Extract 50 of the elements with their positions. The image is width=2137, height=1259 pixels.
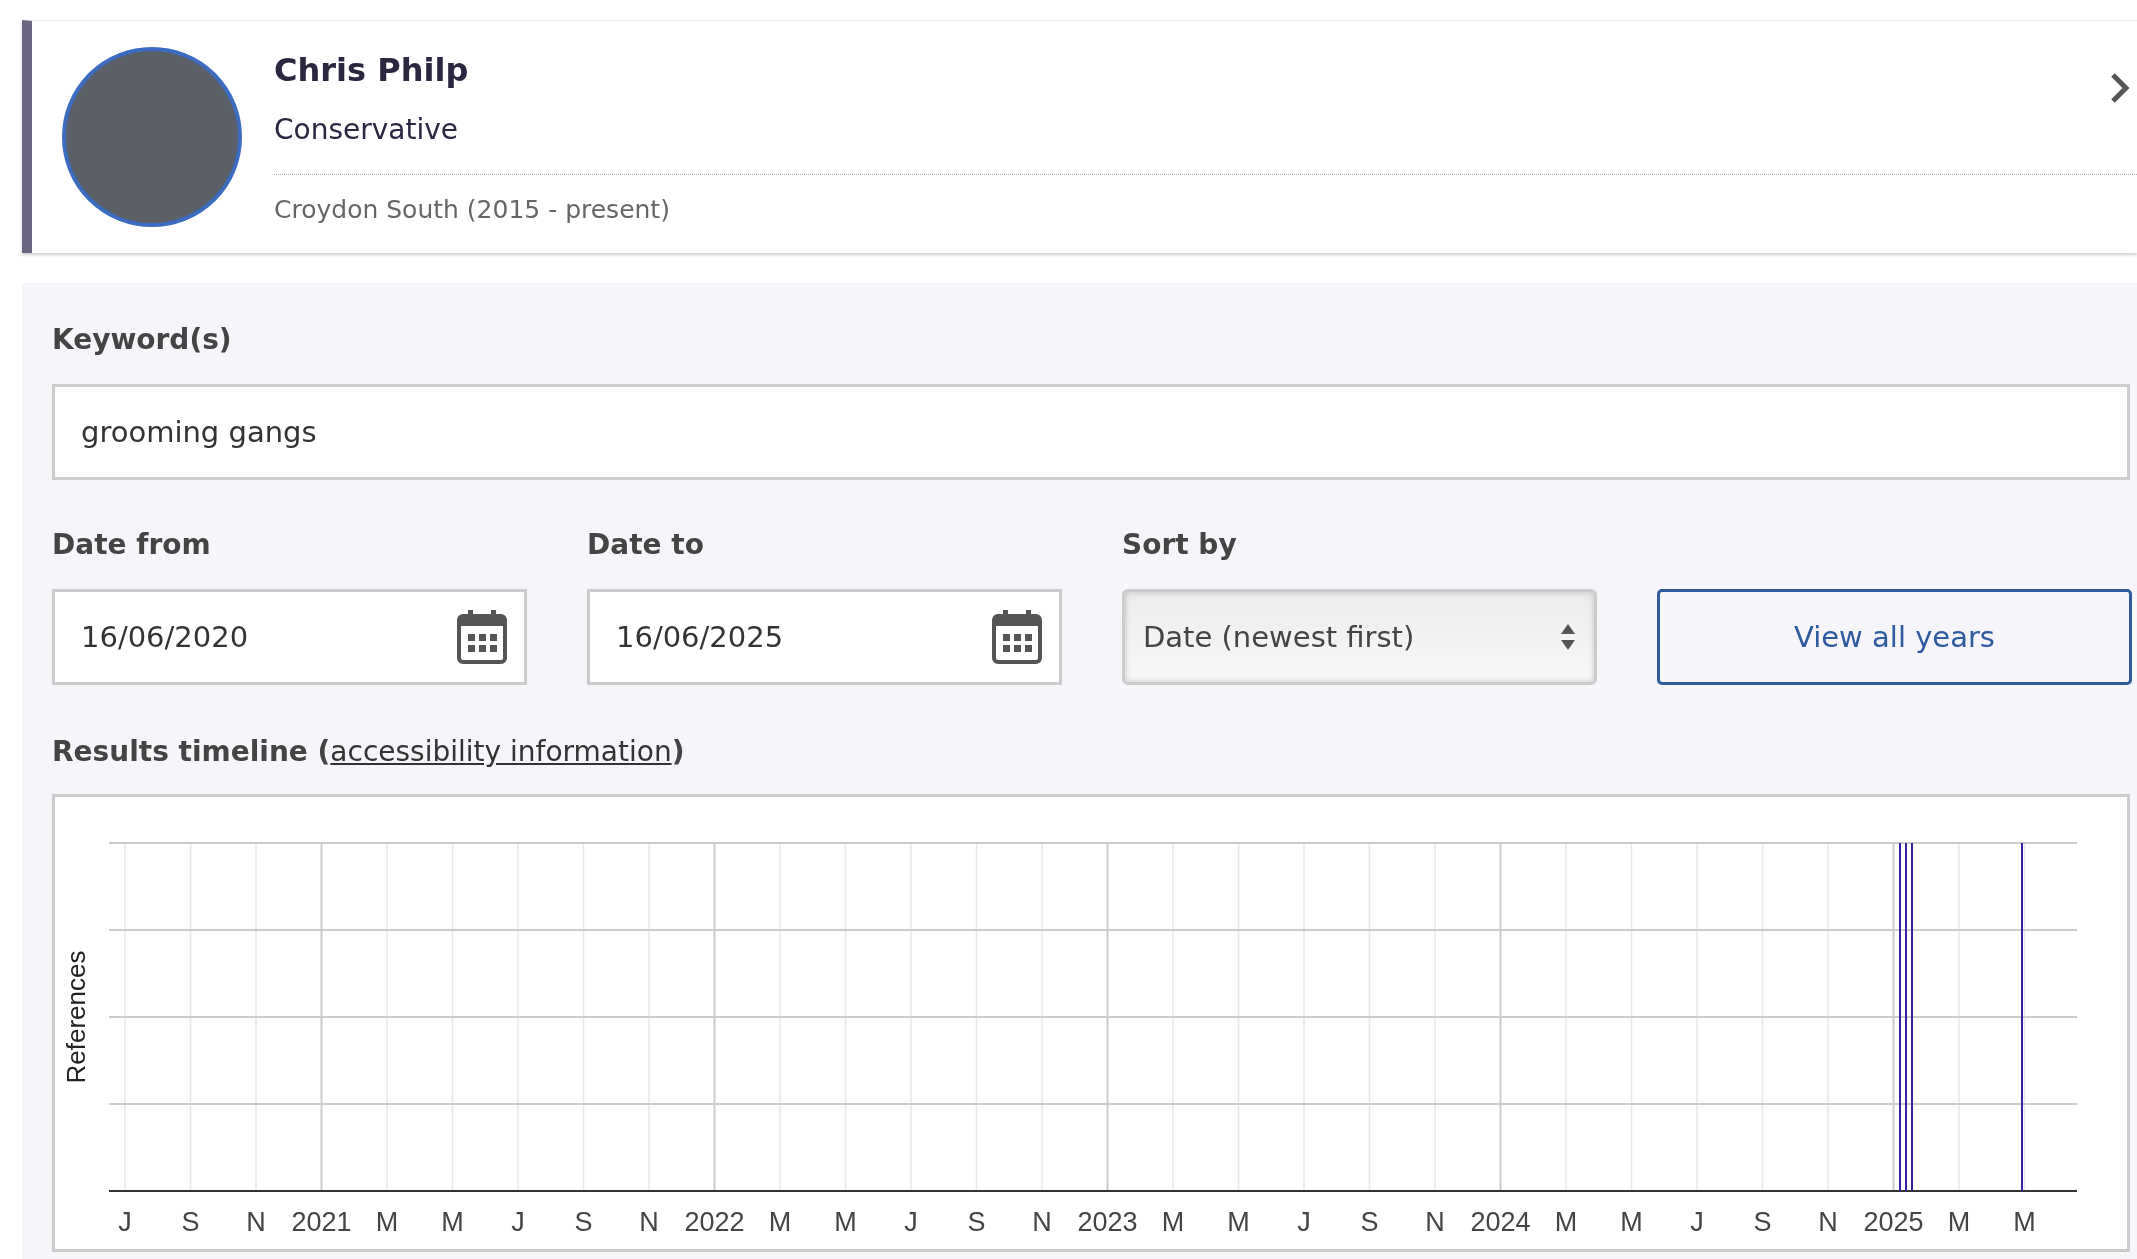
view-all-years-button[interactable]: View all years xyxy=(1657,589,2132,685)
axis-label: J xyxy=(1690,1207,1704,1237)
axis-label: M xyxy=(1620,1207,1643,1237)
axis-label: M xyxy=(1947,1207,1971,1237)
axis-label: 2025 xyxy=(1863,1207,1924,1237)
sort-arrows-icon xyxy=(1560,624,1576,650)
sort-select[interactable]: Date (newest first) xyxy=(1122,589,1597,685)
axis-label: M xyxy=(834,1207,857,1237)
axis-label: J xyxy=(1297,1207,1311,1237)
member-party: Conservative xyxy=(274,112,2137,175)
keyword-field[interactable]: grooming gangs xyxy=(52,384,2130,480)
axis-label: S xyxy=(181,1207,200,1237)
field-label: Sort by xyxy=(1122,528,1238,561)
axis-label: J xyxy=(511,1207,525,1237)
axis-label: M xyxy=(1227,1207,1250,1237)
axis-label: N xyxy=(1425,1207,1445,1237)
axis-label: M xyxy=(441,1207,464,1237)
axis-title: References xyxy=(61,950,91,1084)
axis-label: M xyxy=(1554,1207,1578,1237)
axis-label: 2024 xyxy=(1470,1207,1531,1237)
axis-label: N xyxy=(246,1207,266,1237)
field-label: Date from xyxy=(52,528,212,561)
member-constituency: Croydon South (2015 - present) xyxy=(274,194,671,224)
axis-label: N xyxy=(1032,1207,1052,1237)
axis-label: 2022 xyxy=(684,1207,745,1237)
axis-label: N xyxy=(639,1207,659,1237)
axis-label: M xyxy=(2013,1207,2036,1237)
axis-label: S xyxy=(574,1207,593,1237)
axis-label: M xyxy=(1161,1207,1185,1237)
timeline-heading: Results timeline (accessibility information) xyxy=(52,735,686,768)
member-card[interactable]: Chris Philp Conservative Croydon South (2015 - present) xyxy=(22,20,2137,253)
calendar-icon[interactable] xyxy=(991,608,1043,666)
field-label: Date to xyxy=(587,528,705,561)
axis-label: M xyxy=(768,1207,792,1237)
axis-label: J xyxy=(118,1207,132,1237)
accessibility-link[interactable]: accessibility information xyxy=(330,735,672,768)
date-field[interactable]: 16/06/2020 xyxy=(52,589,527,685)
axis-label: M xyxy=(375,1207,399,1237)
date-field[interactable]: 16/06/2025 xyxy=(587,589,1062,685)
field-label: Keyword(s) xyxy=(52,323,233,356)
axis-label: 2023 xyxy=(1077,1207,1138,1237)
member-name: Chris Philp xyxy=(274,50,469,89)
axis-label: S xyxy=(1753,1207,1772,1237)
chevron-right-icon[interactable] xyxy=(2109,71,2131,105)
axis-label: 2021 xyxy=(291,1207,352,1237)
axis-label: J xyxy=(904,1207,918,1237)
axis-label: S xyxy=(967,1207,986,1237)
calendar-icon[interactable] xyxy=(456,608,508,666)
axis-label: S xyxy=(1360,1207,1379,1237)
axis-label: N xyxy=(1818,1207,1838,1237)
